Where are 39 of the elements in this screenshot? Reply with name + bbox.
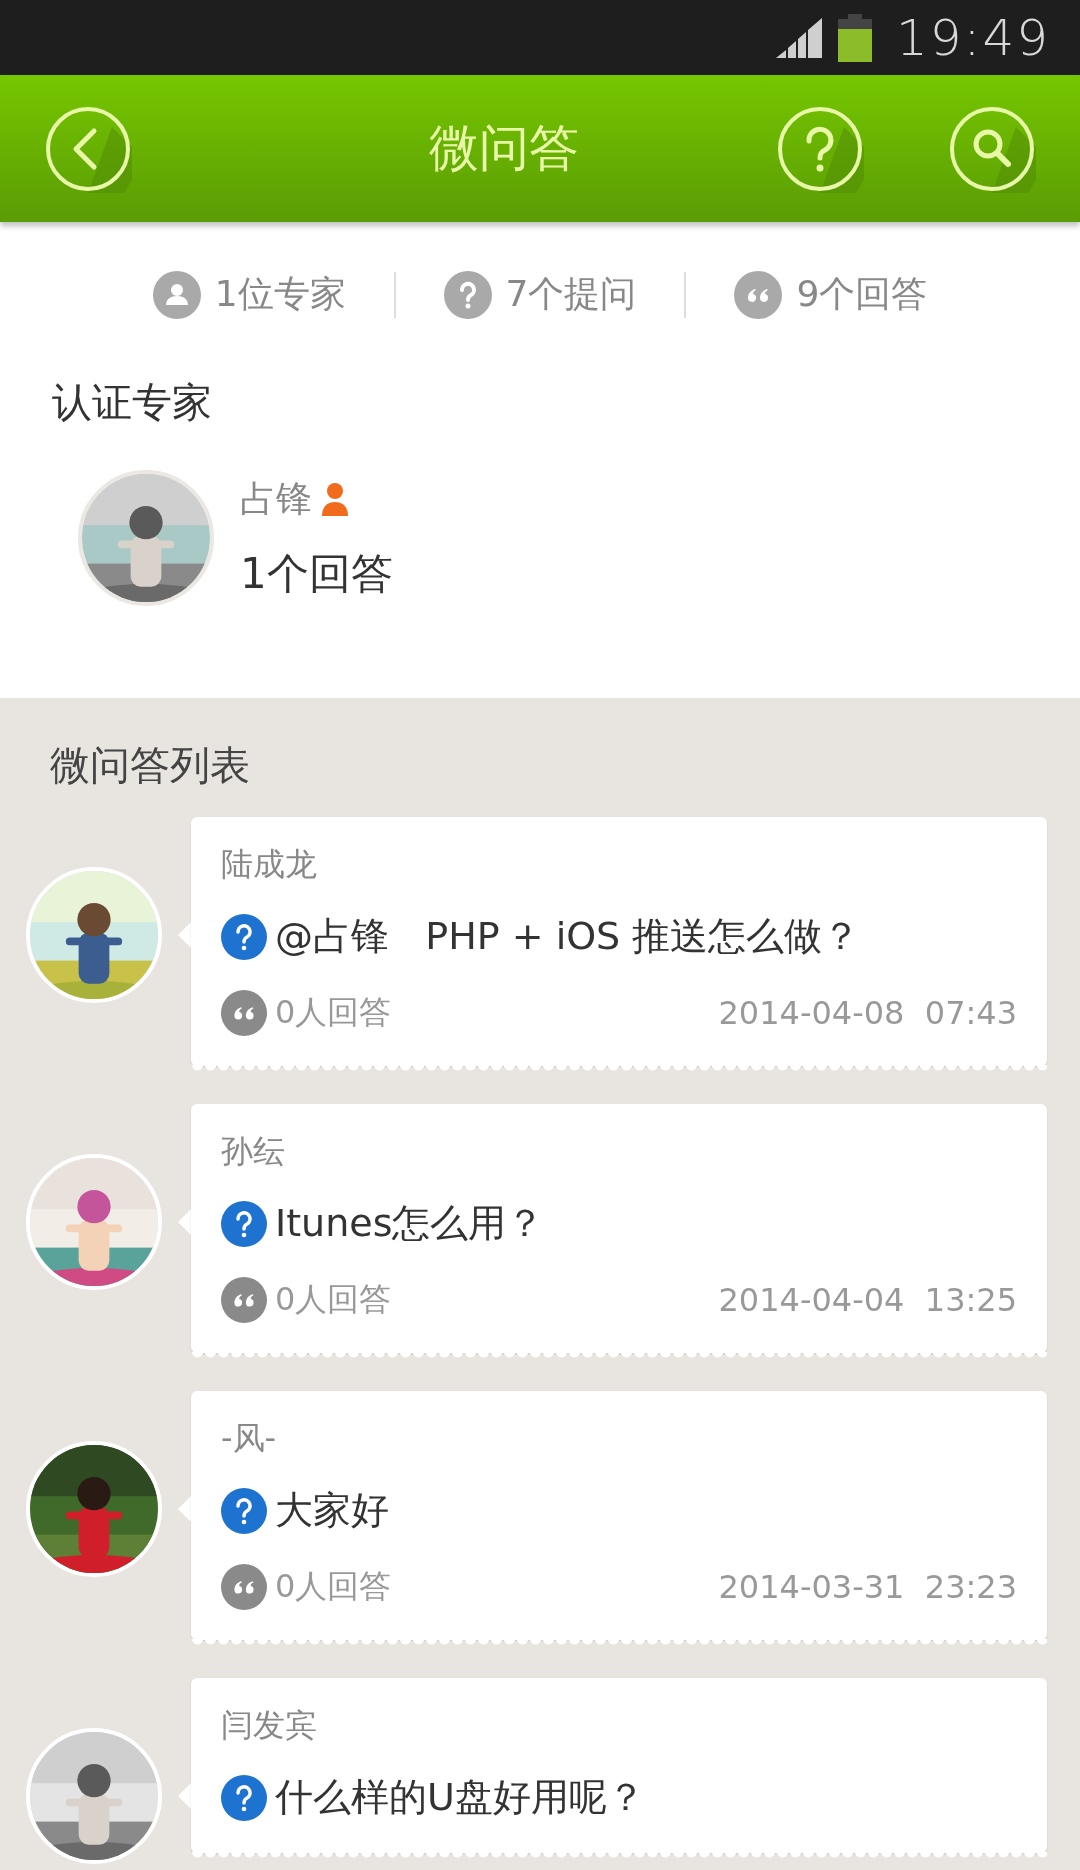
reply-count: 0人回答 bbox=[275, 1279, 392, 1320]
quote-icon bbox=[221, 1277, 267, 1323]
question-icon bbox=[221, 1200, 267, 1247]
question-text: 大家好 bbox=[275, 1487, 389, 1534]
quote-icon bbox=[221, 1564, 267, 1610]
back-button[interactable] bbox=[44, 104, 132, 193]
post-time: 2014-04-08 07:43 bbox=[718, 994, 1017, 1032]
answer-count: 1个回答 bbox=[240, 547, 393, 600]
section-title: 认证专家 bbox=[52, 378, 212, 427]
stat-label: 7个提问 bbox=[505, 272, 637, 316]
reply-count: 0人回答 bbox=[275, 992, 392, 1033]
author-name: 闫发宾 bbox=[221, 1705, 317, 1746]
stat-label: 1位专家 bbox=[214, 272, 346, 316]
question-icon bbox=[221, 1774, 267, 1821]
author-name: 孙纭 bbox=[221, 1131, 285, 1172]
question-icon bbox=[443, 270, 492, 319]
author-name: 陆成龙 bbox=[221, 844, 317, 885]
question-text: Itunes怎么用？ bbox=[275, 1200, 545, 1247]
stat-label: 9个回答 bbox=[796, 272, 928, 316]
post-time: 2014-03-31 23:23 bbox=[718, 1568, 1017, 1606]
battery-icon bbox=[837, 13, 872, 62]
author-name: -风- bbox=[221, 1418, 277, 1459]
person-icon bbox=[152, 270, 201, 319]
expert-name: 占锋 bbox=[240, 476, 312, 521]
quote-icon bbox=[734, 270, 783, 319]
post-time: 2014-04-04 13:25 bbox=[718, 1281, 1017, 1319]
clock: 19:49 bbox=[895, 8, 1050, 67]
question-text: @占锋 PHP + iOS 推送怎么做？ bbox=[275, 913, 861, 960]
signal-icon bbox=[775, 17, 824, 58]
help-button[interactable] bbox=[776, 104, 864, 193]
screen-title: 微问答 bbox=[428, 118, 580, 179]
question-icon bbox=[221, 913, 267, 960]
quote-icon bbox=[221, 990, 267, 1036]
question-text: 什么样的U盘好用呢？ bbox=[275, 1774, 645, 1821]
reply-count: 0人回答 bbox=[275, 1566, 392, 1607]
search-button[interactable] bbox=[948, 104, 1036, 193]
section-title: 微问答列表 bbox=[50, 741, 250, 790]
question-icon bbox=[221, 1487, 267, 1534]
expert-badge-icon bbox=[322, 482, 348, 516]
